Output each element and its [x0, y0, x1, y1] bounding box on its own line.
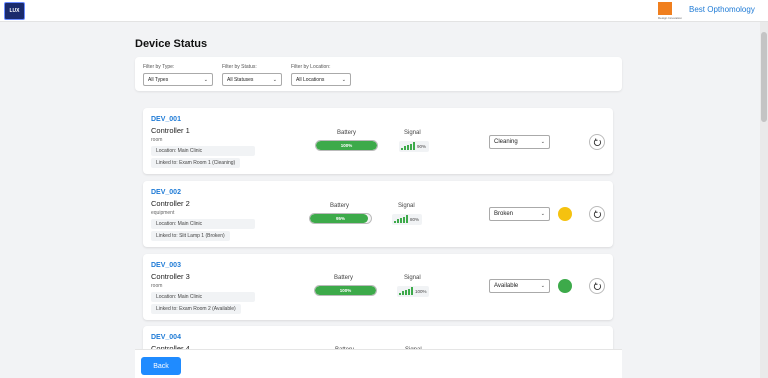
refresh-icon [593, 209, 601, 218]
battery-percent: 100% [339, 288, 352, 293]
status-indicator-dot [558, 207, 572, 221]
filter-type-value: All Types [148, 76, 169, 83]
refresh-button[interactable] [589, 134, 605, 150]
signal-bar-icon [400, 218, 402, 223]
signal-bar-icon [401, 148, 403, 150]
signal-indicator: 100% [397, 286, 429, 297]
signal-indicator: 80% [392, 214, 422, 225]
device-linked: Linked to: Slit Lamp 1 (Broken) [151, 231, 230, 241]
device-status-select[interactable]: Broken ⌄ [489, 207, 550, 221]
signal-label: Signal [398, 203, 415, 209]
device-status-value: Available [494, 283, 519, 289]
page-title: Device Status [135, 38, 208, 50]
filter-panel: Filter by Type: All Types ⌄ Filter by Sta… [135, 57, 622, 91]
device-card: DEV_002 Controller 2 equipment Location:… [143, 181, 613, 247]
device-type: room [151, 137, 163, 143]
chevron-down-icon: ⌄ [540, 211, 545, 217]
signal-bar-icon [399, 293, 401, 295]
filter-location-label: Filter by Location: [291, 64, 331, 70]
device-type: room [151, 283, 163, 289]
signal-bar-icon [405, 290, 407, 295]
filter-status-label: Filter by Status: [222, 64, 257, 70]
scrollbar-thumb[interactable] [761, 32, 767, 122]
device-type: equipment [151, 210, 175, 216]
signal-label: Signal [404, 275, 421, 281]
filter-type-group: Filter by Type: All Types ⌄ [143, 64, 213, 86]
app-logo[interactable]: LUX [4, 2, 25, 20]
filter-location-value: All Locations [296, 76, 325, 83]
signal-bar-icon [413, 142, 415, 150]
filter-status-group: Filter by Status: All Statuses ⌄ [222, 64, 282, 86]
battery-label: Battery [337, 130, 357, 136]
signal-bar-icon [410, 144, 412, 150]
device-location: Location: Main Clinic [151, 292, 255, 302]
chevron-down-icon: ⌄ [341, 76, 346, 83]
signal-label: Signal [404, 130, 421, 136]
signal-percent: 80% [410, 217, 420, 222]
refresh-button[interactable] [589, 278, 605, 294]
brand-name[interactable]: Best Opthomology [689, 5, 755, 14]
battery-percent: 95% [335, 216, 345, 221]
signal-indicator: 90% [399, 141, 429, 152]
device-name: Controller 3 [151, 272, 190, 281]
device-id-link[interactable]: DEV_003 [151, 262, 181, 269]
device-name: Controller 2 [151, 199, 190, 208]
device-location: Location: Main Clinic [151, 146, 255, 156]
battery-label: Battery [330, 203, 350, 209]
chevron-down-icon: ⌄ [203, 76, 208, 83]
filter-status-select[interactable]: All Statuses ⌄ [222, 73, 282, 86]
signal-bar-icon [404, 146, 406, 150]
filter-type-label: Filter by Type: [143, 64, 175, 70]
brand-logo-mark [658, 2, 672, 15]
brand-logo: Design Innovation [658, 2, 683, 20]
battery-bar: 100% [315, 140, 378, 151]
device-id-link[interactable]: DEV_004 [151, 334, 181, 341]
refresh-icon [593, 281, 601, 290]
signal-bar-icon [402, 291, 404, 295]
brand-logo-tagline: Design Innovation [658, 16, 683, 20]
signal-percent: 90% [417, 144, 427, 149]
signal-bar-icon [394, 221, 396, 223]
device-status-value: Broken [494, 211, 514, 217]
status-indicator-dot [558, 279, 572, 293]
battery-label: Battery [334, 275, 354, 281]
device-linked: Linked to: Exam Room 2 (Available) [151, 304, 241, 314]
filter-location-group: Filter by Location: All Locations ⌄ [291, 64, 351, 86]
signal-bar-icon [411, 287, 413, 295]
device-status-select[interactable]: Available ⌄ [489, 279, 550, 293]
filter-type-select[interactable]: All Types ⌄ [143, 73, 213, 86]
footer-bar: Back [135, 349, 622, 378]
top-bar: LUX Design Innovation Best Opthomology [0, 0, 768, 22]
signal-bar-icon [403, 217, 405, 223]
signal-bar-icon [397, 219, 399, 223]
filter-location-select[interactable]: All Locations ⌄ [291, 73, 351, 86]
device-id-link[interactable]: DEV_002 [151, 189, 181, 196]
signal-bar-icon [406, 215, 408, 223]
filter-status-value: All Statuses [227, 76, 254, 83]
battery-bar: 100% [314, 285, 377, 296]
refresh-button[interactable] [589, 206, 605, 222]
device-location: Location: Main Clinic [151, 219, 255, 229]
battery-bar: 95% [309, 213, 372, 224]
device-card: DEV_001 Controller 1 room Location: Main… [143, 108, 613, 174]
refresh-icon [593, 137, 601, 146]
chevron-down-icon: ⌄ [540, 139, 545, 145]
signal-percent: 100% [415, 289, 427, 294]
device-name: Controller 1 [151, 126, 190, 135]
page-scrollbar[interactable] [760, 22, 768, 378]
device-status-select[interactable]: Cleaning ⌄ [489, 135, 550, 149]
chevron-down-icon: ⌄ [540, 283, 545, 289]
battery-percent: 100% [340, 143, 353, 148]
signal-bar-icon [407, 145, 409, 150]
back-button[interactable]: Back [141, 357, 181, 375]
device-id-link[interactable]: DEV_001 [151, 116, 181, 123]
device-status-value: Cleaning [494, 139, 518, 145]
signal-bar-icon [408, 289, 410, 295]
chevron-down-icon: ⌄ [272, 76, 277, 83]
app-logo-text: LUX [9, 8, 20, 14]
device-linked: Linked to: Exam Room 1 (Cleaning) [151, 158, 241, 168]
device-card: DEV_003 Controller 3 room Location: Main… [143, 254, 613, 320]
